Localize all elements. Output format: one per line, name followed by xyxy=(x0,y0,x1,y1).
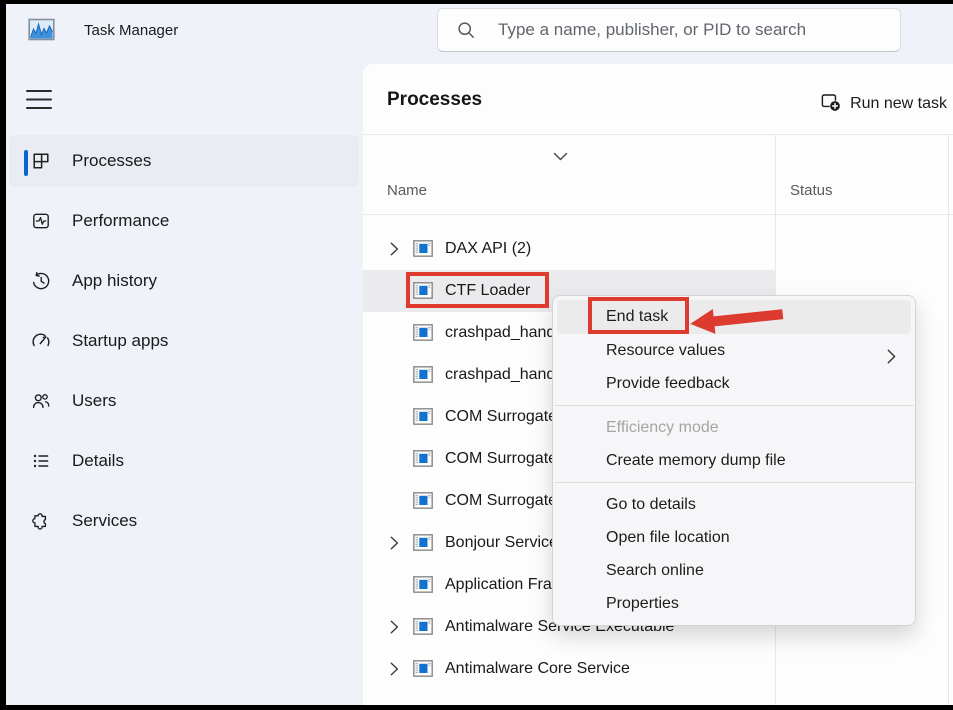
process-name: Antimalware Core Service xyxy=(445,648,630,690)
hamburger-menu-button[interactable] xyxy=(26,88,52,112)
sidebar-item-label: Services xyxy=(72,491,137,551)
context-menu-item[interactable]: Efficiency mode xyxy=(557,411,911,444)
sidebar-item-label: Processes xyxy=(72,131,151,191)
context-menu-separator xyxy=(554,482,914,483)
process-name: Bonjour Service xyxy=(445,522,558,564)
sidebar-item-pill xyxy=(9,435,359,487)
search-box[interactable] xyxy=(437,8,901,52)
sidebar-item[interactable]: Performance xyxy=(6,191,362,251)
column-header-divider xyxy=(363,214,953,215)
window-border-left xyxy=(0,0,6,710)
sidebar-item-label: Users xyxy=(72,371,116,431)
process-exe-icon xyxy=(413,240,433,262)
process-name: COM Surrogate xyxy=(445,480,557,522)
window-border-bottom xyxy=(0,705,953,710)
context-menu-item-label: Open file location xyxy=(606,529,730,546)
window-border-top xyxy=(0,0,953,4)
sidebar-item-label: Details xyxy=(72,431,124,491)
process-name: DAX API (2) xyxy=(445,228,531,270)
sort-chevron-down-icon[interactable] xyxy=(553,148,568,166)
sidebar-item-pill xyxy=(9,195,359,247)
context-menu-item-label: Provide feedback xyxy=(606,375,730,392)
search-icon xyxy=(456,20,476,40)
sidebar-item-label: Startup apps xyxy=(72,311,168,371)
process-exe-icon xyxy=(413,660,433,682)
context-menu-item[interactable]: Properties xyxy=(557,587,911,620)
sidebar-item-pill xyxy=(9,495,359,547)
sidebar-item-pill xyxy=(9,315,359,367)
expand-chevron-icon[interactable] xyxy=(390,536,399,555)
sidebar-selected-accent-bar xyxy=(24,150,28,176)
process-name: COM Surrogate xyxy=(445,396,557,438)
context-menu-item-label: Properties xyxy=(606,595,679,612)
run-new-task-button[interactable]: Run new task xyxy=(820,91,947,117)
sidebar-item[interactable]: Details xyxy=(6,431,362,491)
context-menu-item[interactable]: Search online xyxy=(557,554,911,587)
context-menu-separator xyxy=(554,405,914,406)
window-title: Task Manager xyxy=(84,22,178,39)
process-name: COM Surrogate xyxy=(445,438,557,480)
expand-chevron-icon[interactable] xyxy=(390,242,399,261)
context-menu-item[interactable]: Go to details xyxy=(557,488,911,521)
process-exe-icon xyxy=(413,534,433,556)
context-menu-item[interactable]: Open file location xyxy=(557,521,911,554)
header-divider xyxy=(363,134,953,135)
sidebar-item-pill xyxy=(9,135,359,187)
process-exe-icon xyxy=(413,366,433,388)
context-menu-item-label: Create memory dump file xyxy=(606,452,786,469)
process-name: CTF Loader xyxy=(445,270,530,312)
search-input[interactable] xyxy=(498,20,886,40)
context-menu-item[interactable]: Resource values xyxy=(557,334,911,367)
run-new-task-label: Run new task xyxy=(850,95,947,113)
run-new-task-icon xyxy=(820,91,841,117)
sidebar-item-label: Performance xyxy=(72,191,169,251)
context-menu-item-label: End task xyxy=(606,308,668,325)
sidebar-nav: Processes Performance App history Star xyxy=(6,131,362,551)
process-exe-icon xyxy=(413,450,433,472)
context-menu-item-label: Efficiency mode xyxy=(606,419,719,436)
context-menu-item-label: Resource values xyxy=(606,342,725,359)
sidebar-item-pill xyxy=(9,375,359,427)
sidebar-item[interactable]: Users xyxy=(6,371,362,431)
context-menu-item[interactable]: Create memory dump file xyxy=(557,444,911,477)
sidebar-item-label: App history xyxy=(72,251,157,311)
sidebar-item[interactable]: Services xyxy=(6,491,362,551)
context-menu: End task Resource values Provide feedbac… xyxy=(552,295,916,626)
sidebar-item-pill xyxy=(9,255,359,307)
context-menu-item[interactable]: End task xyxy=(557,300,911,334)
process-exe-icon xyxy=(413,324,433,346)
task-manager-window: Task Manager Processes Performance xyxy=(0,0,953,710)
expand-chevron-icon[interactable] xyxy=(390,620,399,639)
context-menu-item-label: Go to details xyxy=(606,496,696,513)
process-exe-icon xyxy=(413,492,433,514)
context-menu-item-label: Search online xyxy=(606,562,704,579)
column-header-status[interactable]: Status xyxy=(790,182,833,199)
task-manager-logo-icon xyxy=(28,16,55,43)
sidebar-item[interactable]: App history xyxy=(6,251,362,311)
process-exe-icon xyxy=(413,576,433,598)
expand-chevron-icon[interactable] xyxy=(390,662,399,681)
sidebar-item[interactable]: Startup apps xyxy=(6,311,362,371)
column-header-name[interactable]: Name xyxy=(387,182,427,199)
process-exe-icon xyxy=(413,408,433,430)
context-menu-item[interactable]: Provide feedback xyxy=(557,367,911,400)
process-exe-icon xyxy=(413,618,433,640)
process-row[interactable]: Antimalware Core Service xyxy=(363,648,953,690)
process-row[interactable]: DAX API (2) xyxy=(363,228,953,270)
sidebar-item[interactable]: Processes xyxy=(6,131,362,191)
process-exe-icon xyxy=(413,282,433,304)
page-title: Processes xyxy=(387,89,482,111)
